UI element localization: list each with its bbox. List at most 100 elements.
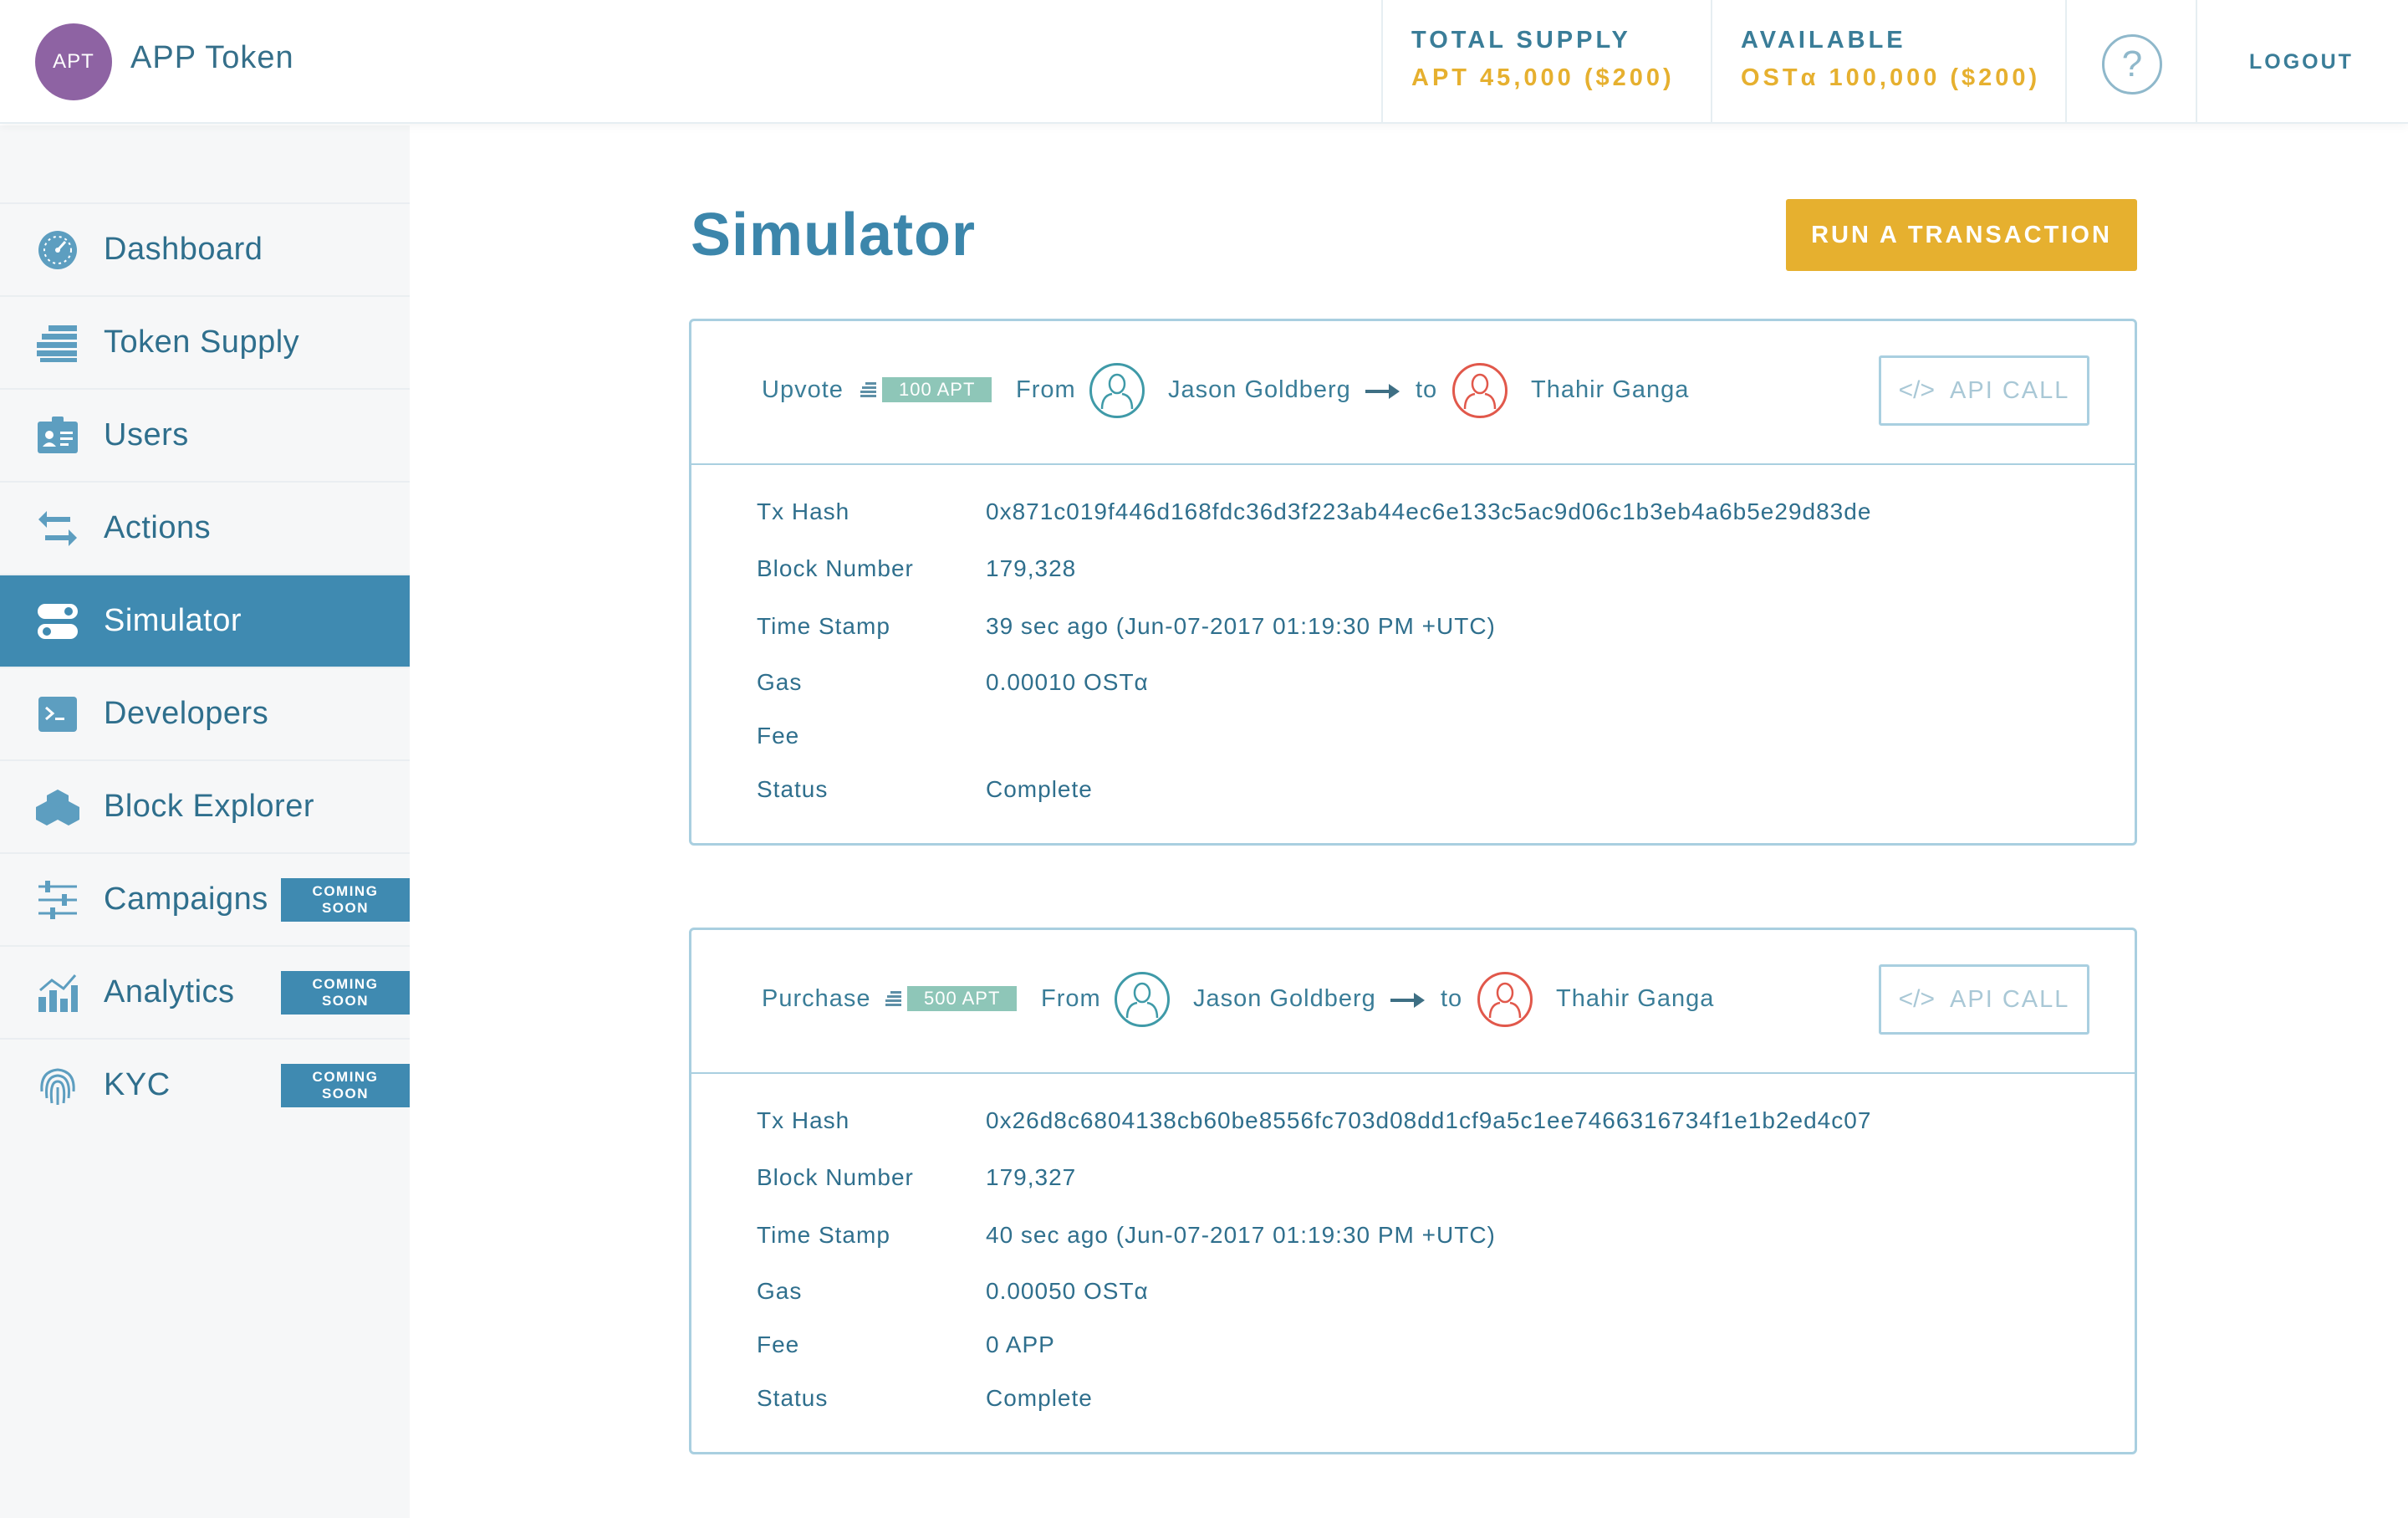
- sidebar-item-label: Developers: [104, 696, 269, 731]
- available-value: OSTα 100,000 ($200): [1741, 64, 2041, 91]
- amount-pill: 500 APT: [907, 986, 1018, 1011]
- transaction-card: Purchase 500 APT From Jason Goldberg to …: [689, 928, 2137, 1454]
- detail-value: 39 sec ago (Jun-07-2017 01:19:30 PM +UTC…: [986, 613, 1496, 639]
- detail-value: Complete: [986, 776, 1093, 802]
- detail-row: Status Complete: [691, 1385, 2135, 1418]
- sidebar-item-label: Dashboard: [104, 232, 263, 267]
- logout-button[interactable]: LOGOUT: [2249, 50, 2354, 74]
- sidebar-item-label: Analytics: [104, 974, 235, 1009]
- sender-name[interactable]: Jason Goldberg: [1168, 376, 1351, 404]
- detail-value: Complete: [986, 1385, 1093, 1411]
- arrow-right-icon: [1365, 383, 1400, 400]
- coins-icon: [885, 989, 902, 1008]
- brand-avatar[interactable]: APT: [35, 23, 112, 100]
- campaigns-sliders-icon: [35, 877, 80, 923]
- detail-row: Time Stamp 39 sec ago (Jun-07-2017 01:19…: [691, 613, 2135, 647]
- transaction-amount: 100 APT: [860, 377, 992, 402]
- detail-row: Fee: [691, 723, 2135, 756]
- detail-row: Status Complete: [691, 776, 2135, 810]
- detail-value: 0.00010 OSTα: [986, 669, 1149, 695]
- sidebar-item-simulator[interactable]: Simulator: [0, 574, 410, 667]
- sidebar-item-developers[interactable]: Developers: [0, 667, 410, 759]
- detail-key: Block Number: [757, 1164, 914, 1190]
- page-title: Simulator: [691, 202, 977, 268]
- detail-row: Gas 0.00010 OSTα: [691, 669, 2135, 703]
- detail-row: Block Number 179,327: [691, 1164, 2135, 1198]
- detail-row: Tx Hash 0x871c019f446d168fdc36d3f223ab44…: [691, 498, 2135, 532]
- sidebar-item-analytics[interactable]: Analytics COMING SOON: [0, 945, 410, 1038]
- sidebar-item-label: Users: [104, 417, 189, 452]
- sidebar-item-label: Block Explorer: [104, 789, 314, 824]
- code-icon: </>: [1898, 376, 1936, 404]
- detail-key: Block Number: [757, 555, 914, 581]
- detail-row: Fee 0 APP: [691, 1331, 2135, 1365]
- run-transaction-button[interactable]: RUN A TRANSACTION: [1786, 199, 2137, 271]
- block-explorer-cubes-icon: [35, 785, 80, 830]
- detail-row: Time Stamp 40 sec ago (Jun-07-2017 01:19…: [691, 1222, 2135, 1255]
- analytics-chart-icon: [35, 970, 80, 1015]
- detail-row: Block Number 179,328: [691, 555, 2135, 589]
- from-label: From: [1041, 985, 1101, 1012]
- actions-arrows-icon: [35, 506, 80, 551]
- coins-icon: [860, 381, 877, 399]
- arrow-right-icon: [1390, 992, 1426, 1009]
- receiver-avatar-icon[interactable]: [1452, 363, 1508, 418]
- detail-value: 0x26d8c6804138cb60be8556fc703d08dd1cf9a5…: [986, 1107, 1872, 1133]
- detail-key: Status: [757, 776, 829, 802]
- sidebar-item-block-explorer[interactable]: Block Explorer: [0, 759, 410, 852]
- dashboard-gauge-icon: [35, 227, 80, 273]
- sender-avatar-icon[interactable]: [1089, 363, 1145, 418]
- api-call-button[interactable]: </> API CALL: [1879, 355, 2089, 426]
- kyc-fingerprint-icon: [35, 1063, 80, 1108]
- receiver-name[interactable]: Thahir Ganga: [1531, 376, 1689, 404]
- available-label: AVAILABLE: [1741, 27, 1906, 54]
- detail-key: Fee: [757, 1331, 800, 1357]
- total-supply-value: APT 45,000 ($200): [1411, 64, 1675, 91]
- code-icon: </>: [1898, 985, 1936, 1013]
- detail-value: 0x871c019f446d168fdc36d3f223ab44ec6e133c…: [986, 498, 1872, 524]
- receiver-name[interactable]: Thahir Ganga: [1556, 985, 1714, 1013]
- sidebar-item-campaigns[interactable]: Campaigns COMING SOON: [0, 852, 410, 945]
- detail-key: Gas: [757, 669, 803, 695]
- sidebar-item-label: Actions: [104, 510, 212, 545]
- detail-value: 179,327: [986, 1164, 1077, 1190]
- transaction-summary: Purchase 500 APT From Jason Goldberg to …: [691, 930, 2135, 1074]
- from-label: From: [1016, 376, 1076, 403]
- api-call-button[interactable]: </> API CALL: [1879, 964, 2089, 1035]
- users-idcard-icon: [35, 413, 80, 458]
- detail-key: Gas: [757, 1278, 803, 1304]
- coming-soon-badge: COMING SOON: [281, 970, 410, 1015]
- token-supply-stack-icon: [35, 320, 80, 365]
- app-name[interactable]: APP Token: [130, 40, 294, 76]
- simulator-toggle-icon: [35, 599, 80, 644]
- amount-pill: 100 APT: [882, 377, 992, 402]
- sender-name[interactable]: Jason Goldberg: [1193, 985, 1376, 1013]
- detail-key: Fee: [757, 723, 800, 749]
- coming-soon-badge: COMING SOON: [281, 1063, 410, 1107]
- detail-key: Status: [757, 1385, 829, 1411]
- sidebar: Dashboard Token Supply Users Actions Sim: [0, 125, 410, 1518]
- sidebar-item-actions[interactable]: Actions: [0, 481, 410, 574]
- api-call-label: API CALL: [1950, 376, 2070, 404]
- available-stat: AVAILABLE OSTα 100,000 ($200): [1711, 0, 2065, 124]
- detail-key: Time Stamp: [757, 613, 890, 639]
- total-supply-label: TOTAL SUPPLY: [1411, 27, 1631, 54]
- detail-key: Tx Hash: [757, 1107, 850, 1133]
- detail-value: 40 sec ago (Jun-07-2017 01:19:30 PM +UTC…: [986, 1222, 1496, 1248]
- receiver-avatar-icon[interactable]: [1477, 972, 1533, 1027]
- help-icon[interactable]: ?: [2102, 34, 2162, 95]
- sidebar-item-users[interactable]: Users: [0, 388, 410, 481]
- sidebar-item-label: KYC: [104, 1067, 171, 1102]
- sidebar-item-dashboard[interactable]: Dashboard: [0, 202, 410, 295]
- detail-key: Tx Hash: [757, 498, 850, 524]
- sidebar-item-kyc[interactable]: KYC COMING SOON: [0, 1038, 410, 1131]
- sidebar-item-token-supply[interactable]: Token Supply: [0, 295, 410, 388]
- sender-avatar-icon[interactable]: [1115, 972, 1170, 1027]
- developers-terminal-icon: [35, 692, 80, 737]
- transaction-action: Purchase: [762, 985, 871, 1012]
- transaction-card: Upvote 100 APT From Jason Goldberg to Th…: [689, 319, 2137, 846]
- sidebar-nav-list: Dashboard Token Supply Users Actions Sim: [0, 202, 410, 1131]
- sidebar-item-label: Campaigns: [104, 882, 268, 917]
- detail-value: 0 APP: [986, 1331, 1055, 1357]
- api-call-label: API CALL: [1950, 985, 2070, 1013]
